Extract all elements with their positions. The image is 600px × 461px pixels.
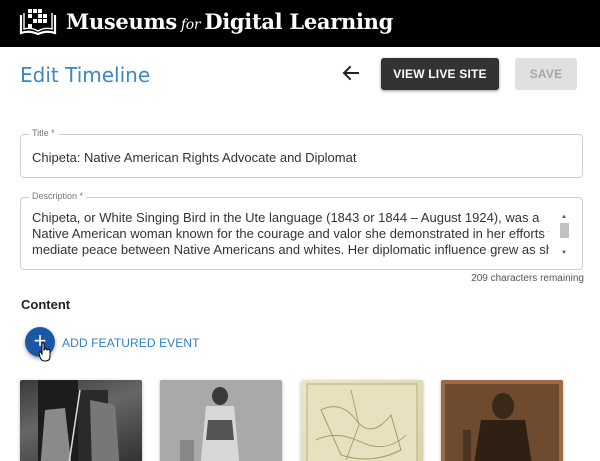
tintype-portrait [441,380,563,461]
description-line: Chipeta, or White Singing Bird in the Ut… [32,210,540,225]
description-field-label: Description * [29,191,87,201]
scroll-up-arrow-icon[interactable]: ▲ [558,213,570,222]
view-live-site-button[interactable]: VIEW LIVE SITE [381,58,499,90]
event-thumbnail[interactable] [160,380,282,461]
hand-cursor-icon [38,342,51,362]
brand-title[interactable]: Museums for Digital Learning [66,9,393,34]
page-title: Edit Timeline [20,63,151,87]
characters-remaining: 209 characters remaining [471,273,584,284]
description-textarea[interactable]: Chipeta, or White Singing Bird in the Ut… [32,210,549,260]
title-input-value[interactable]: Chipeta: Native American Rights Advocate… [32,150,356,165]
content-heading: Content [21,297,71,312]
title-field[interactable]: Title * Chipeta: Native American Rights … [20,128,583,178]
title-field-label: Title * [29,128,58,138]
top-bar: Museums for Digital Learning [0,0,600,47]
scroll-down-arrow-icon[interactable]: ▼ [558,249,570,258]
scroll-thumb[interactable] [560,223,569,238]
add-featured-event-link[interactable]: ADD FEATURED EVENT [62,336,200,350]
description-line: mediate peace between Native Americans a… [32,242,549,257]
historic-map [306,383,418,461]
standing-woman-photo [160,380,282,461]
description-line: Native American woman known for the cour… [32,226,549,241]
event-thumbnail[interactable] [301,380,423,461]
arrow-left-icon[interactable] [340,62,362,84]
brand-end: Digital Learning [204,9,393,34]
save-button[interactable]: SAVE [515,58,577,90]
event-thumbnail[interactable] [20,380,142,461]
description-scrollbar[interactable]: ▲ ▼ [558,213,570,258]
brand-main: Museums [66,9,177,34]
book-grid-logo-icon [19,9,57,36]
description-field[interactable]: Description * Chipeta, or White Singing … [20,191,583,270]
portrait-photo [38,380,120,461]
event-thumbnail[interactable] [441,380,563,461]
brand-for: for [180,17,201,33]
